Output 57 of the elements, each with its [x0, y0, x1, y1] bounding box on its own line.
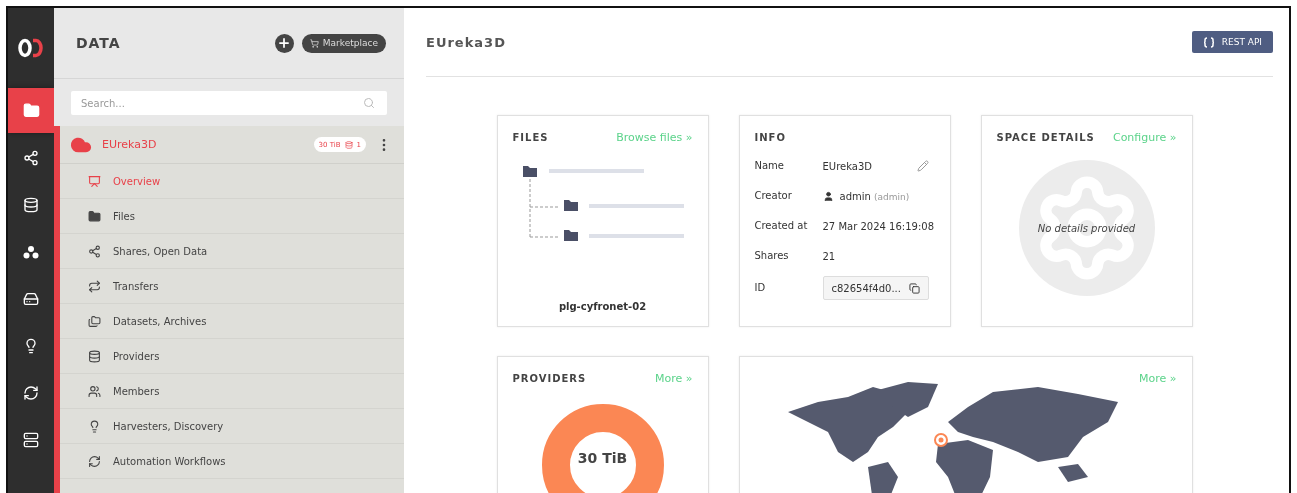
user-icon [822, 190, 834, 202]
presentation-icon [88, 174, 101, 188]
plus-icon [277, 36, 292, 50]
info-label: Name [754, 159, 785, 173]
workflow-icon [23, 384, 39, 401]
info-label: Creator [754, 189, 793, 203]
logo-icon [18, 38, 44, 58]
database-icon [23, 196, 39, 213]
cart-icon [309, 38, 319, 48]
id-field[interactable]: c82654f4d0... [822, 276, 929, 300]
card-title: INFO [754, 131, 786, 143]
copy-icon[interactable] [908, 282, 920, 294]
sidebar-item[interactable]: Providers [60, 339, 404, 374]
donut-total: 30 TiB [576, 450, 629, 466]
workflow-icon [88, 454, 101, 468]
sidebar-item[interactable]: Files [60, 199, 404, 234]
info-value: 21 [822, 250, 837, 262]
sidebar-title: DATA [76, 35, 122, 51]
page-title: EUreka3D [426, 34, 506, 50]
sidebar-item[interactable]: Automation Workflows [60, 444, 404, 479]
folder-icon [22, 102, 40, 119]
users-icon [88, 384, 101, 398]
add-button[interactable] [274, 33, 294, 53]
location-marker [933, 433, 948, 447]
search-icon [363, 97, 375, 109]
sidebar-item[interactable]: Members [60, 374, 404, 409]
braces-icon [1202, 36, 1215, 48]
card-title: FILES [512, 131, 549, 143]
folders-icon [88, 314, 101, 328]
database-icon [88, 349, 101, 363]
search-field[interactable]: Search... [71, 91, 387, 115]
card-title: SPACE DETAILS [996, 131, 1095, 143]
info-label: Created at [754, 219, 809, 233]
share-icon [23, 149, 39, 166]
card-title: PROVIDERS [512, 372, 587, 384]
sidebar-item[interactable]: Transfers [60, 269, 404, 304]
sidebar-item[interactable]: Shares, Open Data [60, 234, 404, 269]
info-value: admin (admin) [839, 190, 911, 202]
server-icon [23, 431, 39, 448]
sidebar-item[interactable]: Harvesters, Discovery [60, 409, 404, 444]
marketplace-button[interactable]: Marketplace [301, 33, 386, 53]
cluster-icon [23, 244, 39, 259]
sidebar-item[interactable]: Datasets, Archives [60, 304, 404, 339]
drive-icon [23, 290, 39, 307]
transfer-icon [88, 279, 101, 293]
info-value: EUreka3D [822, 160, 873, 172]
info-value: 27 Mar 2024 16:19:08 [822, 220, 935, 232]
bulb-icon [88, 419, 101, 433]
rest-api-button[interactable]: REST API [1191, 31, 1273, 53]
share-icon [88, 244, 101, 258]
folder-icon [88, 209, 101, 223]
empty-message: No details provided [1037, 222, 1136, 234]
provider-name: plg-cyfronet-02 [558, 301, 647, 312]
info-label: Shares [754, 249, 790, 263]
edit-icon[interactable] [916, 160, 929, 172]
bulb-icon [23, 337, 39, 354]
info-label: ID [754, 281, 767, 295]
